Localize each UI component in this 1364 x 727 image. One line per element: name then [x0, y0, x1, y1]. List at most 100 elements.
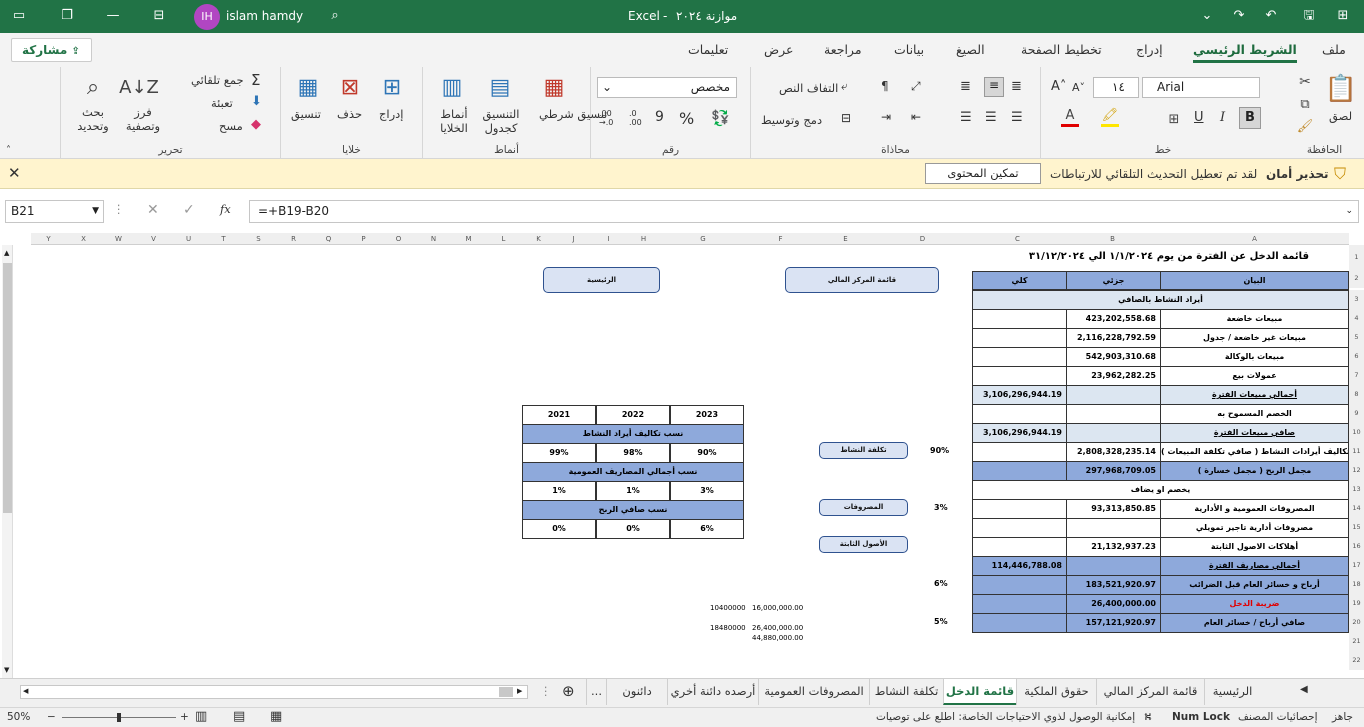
column-header[interactable]: R [276, 233, 311, 245]
row-header[interactable]: 17 [1349, 556, 1364, 575]
ratio-value-cell[interactable]: 6% [670, 519, 744, 539]
row-header[interactable]: 2 [1349, 269, 1364, 288]
statement-desc-cell[interactable]: مبيعات بالوكالة [1160, 347, 1349, 367]
statement-desc-cell[interactable]: يخصم او يضاف [972, 480, 1349, 500]
sheet-tab[interactable]: المصروفات العمومية [758, 679, 869, 705]
menu-page-layout[interactable]: تخطيط الصفحة [1021, 42, 1102, 57]
activity-cost-link-button[interactable]: تكلفة النشاط [819, 442, 908, 459]
statement-total-cell[interactable]: 3,106,296,944.19 [972, 385, 1067, 405]
worksheet-grid[interactable]: ABCDEFGHIJKLMNOPQRSTUVWXY 1 2 3 4 5 6 7 8 9 10 11 1… [0, 233, 1364, 678]
row-header[interactable]: 5 [1349, 328, 1364, 347]
increase-decimal-icon[interactable]: .0.00 [629, 109, 642, 127]
conditional-formatting-button[interactable]: تنسيق شرطي [539, 107, 607, 121]
column-header[interactable]: U [171, 233, 206, 245]
customize-qat-icon[interactable]: ⌄ [1194, 3, 1220, 29]
add-sheet-icon[interactable]: ⊕ [562, 682, 575, 700]
ratio-value-cell[interactable]: 0% [522, 519, 596, 539]
column-header[interactable]: Q [311, 233, 346, 245]
statement-desc-cell[interactable]: صافي أرباح / خسائر العام [1160, 613, 1349, 633]
autosum-icon[interactable]: Σ [251, 71, 260, 89]
row-header[interactable]: 3 [1349, 290, 1364, 309]
tab-options-icon[interactable]: ⋮ [540, 684, 552, 698]
fixed-assets-link-button[interactable]: الأصول الثابتة [819, 536, 908, 553]
indent-decrease-icon[interactable]: ⇤ [911, 110, 921, 124]
zoom-slider-thumb[interactable] [117, 713, 121, 722]
extra-d[interactable]: 26,400,000.00 [752, 624, 803, 632]
ratio-value-cell[interactable]: 1% [596, 481, 670, 501]
statement-desc-cell[interactable]: مصروفات أدارية تاجير تمويلي [1160, 518, 1349, 538]
statement-desc-cell[interactable]: مبيعات خاضعة [1160, 309, 1349, 329]
zoom-level[interactable]: 50% [7, 711, 30, 723]
sort-filter-icon[interactable]: A↓Z [119, 73, 159, 101]
comma-style-button[interactable]: 9 [655, 109, 664, 125]
statement-part-cell[interactable] [1066, 518, 1161, 538]
statement-total-cell[interactable]: 3,106,296,944.19 [972, 423, 1067, 443]
statement-desc-cell[interactable]: عمولات بيع [1160, 366, 1349, 386]
fill-icon[interactable]: ⬇ [251, 94, 262, 109]
wrap-text-button[interactable]: التفاف النص [779, 81, 838, 95]
statement-desc-cell[interactable]: أرباح و خسائر العام قبل الضرائب [1160, 575, 1349, 595]
align-middle-icon[interactable]: ≡ [984, 77, 1004, 97]
cut-icon[interactable]: ✂ [1295, 73, 1315, 91]
name-box[interactable]: B21 ▼ [5, 200, 104, 223]
undo-icon[interactable]: ↶ [1258, 3, 1284, 29]
statement-part-cell[interactable] [1066, 556, 1161, 576]
statement-total-cell[interactable] [972, 518, 1067, 538]
page-break-view-icon[interactable]: ▥ [195, 709, 207, 724]
zoom-out-icon[interactable]: − [47, 711, 56, 723]
redo-icon[interactable]: ↷ [1226, 3, 1252, 29]
scroll-right-icon[interactable]: ▶ [517, 687, 522, 695]
accounting-icon[interactable]: 💱 [711, 109, 730, 127]
cell-styles-button[interactable]: أنماط الخلايا [433, 107, 475, 135]
statement-total-cell[interactable] [972, 461, 1067, 481]
sheet-tab[interactable]: ... [586, 679, 606, 705]
column-header[interactable]: H [626, 233, 661, 245]
column-header[interactable]: L [486, 233, 521, 245]
ratio-year-cell[interactable]: 2022 [596, 405, 670, 425]
row-header[interactable]: 7 [1349, 366, 1364, 385]
insert-function-icon[interactable]: fx [220, 202, 231, 216]
ratio-value-cell[interactable]: 99% [522, 443, 596, 463]
enable-content-button[interactable]: تمكين المحتوى [925, 163, 1041, 184]
orientation-icon[interactable]: ⤢ [911, 79, 921, 94]
statement-part-cell[interactable]: 423,202,558.68 [1066, 309, 1161, 329]
row-header[interactable]: 20 [1349, 613, 1364, 632]
scroll-down-icon[interactable]: ▼ [4, 666, 9, 674]
statement-desc-cell[interactable]: مجمل الربح ( مجمل خسارة ) [1160, 461, 1349, 481]
ratio-section-header[interactable]: نسب صافي الربح [522, 500, 744, 520]
find-select-button[interactable]: بحث وتحديد [69, 105, 117, 133]
column-header[interactable]: J [556, 233, 591, 245]
collapse-ribbon-icon[interactable]: ˄ [6, 145, 11, 156]
align-center-icon[interactable]: ☰ [985, 110, 997, 125]
user-name[interactable]: islam hamdy [226, 9, 303, 23]
merge-center-button[interactable]: دمج وتوسيط [761, 113, 822, 127]
statement-total-cell[interactable] [972, 366, 1067, 386]
statement-total-cell[interactable] [972, 328, 1067, 348]
enter-icon[interactable]: ✓ [183, 202, 195, 218]
statement-desc-cell[interactable]: الخصم المسموح به [1160, 404, 1349, 424]
share-button[interactable]: مشاركة ⇪ [11, 38, 92, 62]
text-direction-icon[interactable]: ¶ [881, 79, 889, 93]
font-size-select[interactable]: ١٤ [1093, 77, 1139, 98]
zoom-slider[interactable] [62, 713, 176, 722]
font-color-icon[interactable]: A [1061, 107, 1079, 127]
statement-total-cell[interactable] [972, 404, 1067, 424]
workbook-statistics[interactable]: إحصائيات المصنف [1238, 711, 1318, 723]
statement-total-cell[interactable] [972, 442, 1067, 462]
ratio-section-header[interactable]: نسب أجمالي المصاريف العمومية [522, 462, 744, 482]
row-header[interactable]: 21 [1349, 632, 1364, 651]
row-header[interactable]: 14 [1349, 499, 1364, 518]
column-header[interactable]: B [1065, 233, 1160, 245]
row-header[interactable]: 4 [1349, 309, 1364, 328]
sheet-tab[interactable]: تكلفة النشاط [869, 679, 943, 705]
extra-c[interactable]: 18480000 [710, 624, 746, 632]
save-icon[interactable]: 🖫 [1296, 3, 1322, 29]
column-header[interactable]: E [816, 233, 875, 245]
sort-filter-button[interactable]: فرز وتصفية [123, 105, 163, 133]
sheet-tab[interactable]: دائنون [606, 679, 667, 705]
statement-desc-cell[interactable]: المصروفات العمومية و الأدارية [1160, 499, 1349, 519]
cancel-icon[interactable]: ✕ [147, 202, 159, 218]
format-painter-icon[interactable]: 🖌 [1295, 117, 1315, 135]
indent-increase-icon[interactable]: ⇥ [881, 110, 891, 124]
sheet-tab[interactable]: الرئيسية [1204, 679, 1260, 705]
